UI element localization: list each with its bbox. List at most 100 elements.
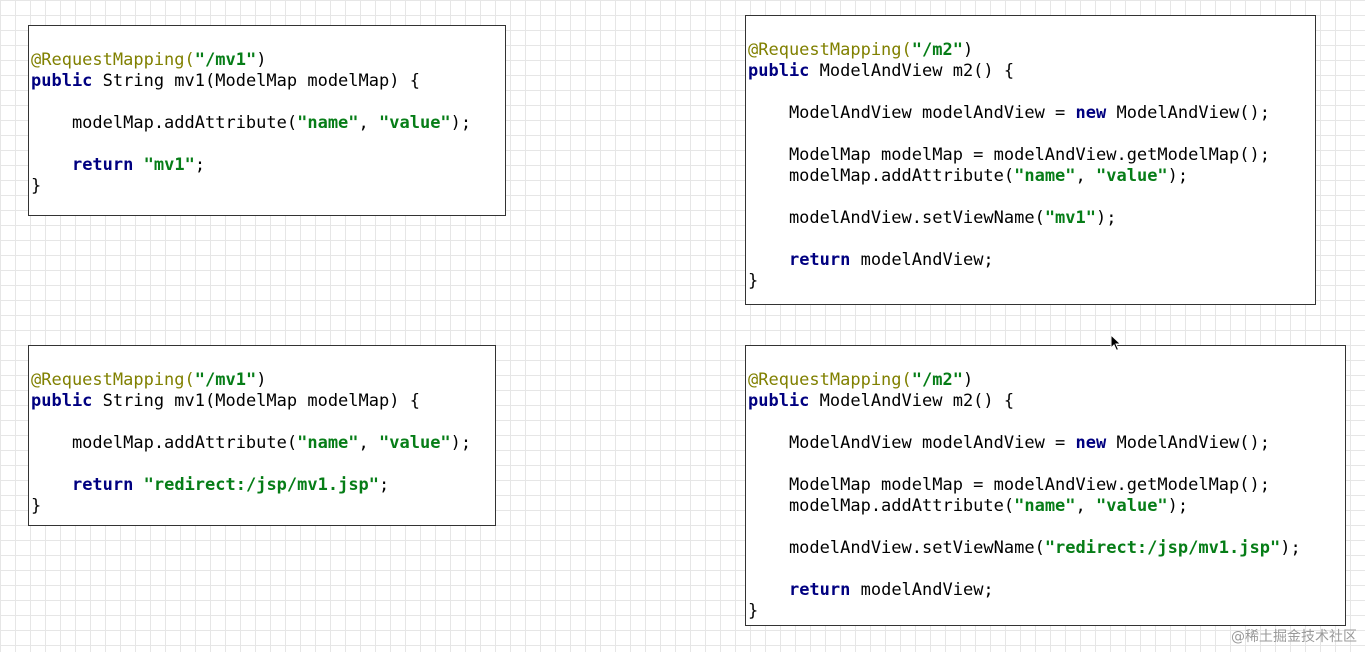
code-token-plain: ModelAndView modelAndView = <box>748 103 1076 123</box>
code-token-ann: @RequestMapping( <box>31 50 195 70</box>
code-token-str: "value" <box>379 433 451 453</box>
code-token-str: "value" <box>379 113 451 133</box>
code-token-plain: ModelMap modelMap = modelAndView.getMode… <box>748 475 1270 495</box>
code-token-plain: ; <box>194 155 206 175</box>
code-token-plain: , <box>1075 166 1097 186</box>
code-token-plain: ModelAndView(); <box>1106 103 1270 123</box>
code-token-plain: ) <box>962 370 974 390</box>
code-line: modelAndView.setViewName("redirect:/jsp/… <box>748 538 1301 559</box>
code-line: @RequestMapping("/mv1") <box>31 50 266 71</box>
code-token-str: "/m2" <box>911 40 963 60</box>
code-token-plain: ModelAndView(); <box>1106 433 1270 453</box>
code-token-plain: } <box>31 176 42 196</box>
code-token-kw: return <box>788 580 851 600</box>
code-line: modelMap.addAttribute("name", "value"); <box>748 166 1188 187</box>
code-line: } <box>31 496 41 517</box>
code-token-plain: modelMap.addAttribute( <box>748 166 1015 186</box>
code-line: return modelAndView; <box>748 250 994 271</box>
code-token-str: "/m2" <box>911 370 963 390</box>
code-token-kw: return <box>788 250 851 270</box>
code-token-ann: @RequestMapping( <box>31 370 195 390</box>
code-token-plain: ModelAndView m2() { <box>809 391 1015 411</box>
code-token-plain: } <box>31 496 42 516</box>
code-line: ModelMap modelMap = modelAndView.getMode… <box>748 475 1270 496</box>
code-box-mv1-redirect: @RequestMapping("/mv1") public String mv1… <box>28 345 496 526</box>
code-token-plain: ModelMap modelMap = modelAndView.getMode… <box>748 145 1270 165</box>
code-line: public ModelAndView m2() { <box>748 391 1014 412</box>
code-line: public ModelAndView m2() { <box>748 61 1014 82</box>
code-line: return "mv1"; <box>31 155 205 176</box>
code-token-kw: public <box>748 61 810 81</box>
code-token-plain: ) <box>256 370 267 390</box>
code-token-str: "/mv1" <box>194 50 257 70</box>
code-line: @RequestMapping("/m2") <box>748 40 973 61</box>
code-token-plain: ); <box>450 113 472 133</box>
code-token-ann: @RequestMapping( <box>748 370 912 390</box>
code-line: public String mv1(ModelMap modelMap) { <box>31 391 420 412</box>
code-line: public String mv1(ModelMap modelMap) { <box>31 71 420 92</box>
code-token-plain: String mv1(ModelMap modelMap) { <box>92 391 420 411</box>
code-token-plain: modelAndView.setViewName( <box>748 538 1045 558</box>
watermark: @稀土掘金技术社区 <box>1231 629 1357 645</box>
code-token-kw: new <box>1075 103 1107 123</box>
code-box-mv1-forward: @RequestMapping("/mv1") public String mv1… <box>28 25 506 216</box>
code-token-plain: ModelAndView m2() { <box>809 61 1015 81</box>
code-line: modelMap.addAttribute("name", "value"); <box>31 113 471 134</box>
code-token-kw: new <box>1075 433 1107 453</box>
code-token-str: "name" <box>1014 166 1076 186</box>
mouse-pointer-icon <box>1110 333 1122 356</box>
code-line: return "redirect:/jsp/mv1.jsp"; <box>31 475 389 496</box>
code-token-plain: ) <box>962 40 974 60</box>
code-token-plain: ; <box>379 475 390 495</box>
code-token-plain: modelAndView.setViewName( <box>748 208 1045 228</box>
code-box-m2-forward: @RequestMapping("/m2") public ModelAndVie… <box>745 15 1316 305</box>
code-token-str: "mv1" <box>143 155 195 175</box>
code-line: modelMap.addAttribute("name", "value"); <box>748 496 1188 517</box>
code-token-plain: modelMap.addAttribute( <box>748 496 1015 516</box>
code-line: } <box>748 601 758 622</box>
code-token-plain: modelAndView; <box>850 250 994 270</box>
code-line: modelMap.addAttribute("name", "value"); <box>31 433 471 454</box>
code-token-plain: modelMap.addAttribute( <box>31 113 298 133</box>
code-token-plain: , <box>1075 496 1097 516</box>
code-token-plain: ); <box>450 433 472 453</box>
code-token-plain: } <box>748 601 759 621</box>
code-line: return modelAndView; <box>748 580 994 601</box>
code-token-plain: ); <box>1167 496 1189 516</box>
code-line: } <box>748 271 758 292</box>
code-token-str: "value" <box>1096 166 1168 186</box>
code-token-plain: ) <box>256 50 267 70</box>
code-token-kw: public <box>748 391 810 411</box>
code-line: modelAndView.setViewName("mv1"); <box>748 208 1117 229</box>
code-token-plain: } <box>748 271 759 291</box>
code-token-str: "name" <box>1014 496 1076 516</box>
code-token-plain: ); <box>1280 538 1301 558</box>
code-token-str: "redirect:/jsp/mv1.jsp" <box>143 475 380 495</box>
code-token-str: "name" <box>297 433 359 453</box>
code-token-str: "mv1" <box>1044 208 1096 228</box>
code-token-str: "name" <box>297 113 359 133</box>
code-line: ModelAndView modelAndView = new ModelAnd… <box>748 433 1270 454</box>
code-line: ModelMap modelMap = modelAndView.getMode… <box>748 145 1270 166</box>
code-token-kw: public <box>31 71 93 91</box>
code-token-kw: return <box>71 155 134 175</box>
code-line: } <box>31 176 41 197</box>
code-token-str: "redirect:/jsp/mv1.jsp" <box>1044 538 1281 558</box>
code-token-str: "/mv1" <box>194 370 257 390</box>
code-token-kw: return <box>71 475 134 495</box>
code-line: @RequestMapping("/m2") <box>748 370 973 391</box>
code-token-plain: modelMap.addAttribute( <box>31 433 298 453</box>
code-token-plain: , <box>358 433 380 453</box>
code-token-plain: String mv1(ModelMap modelMap) { <box>92 71 420 91</box>
code-token-plain: modelAndView; <box>850 580 994 600</box>
code-token-plain: ); <box>1167 166 1189 186</box>
code-token-plain: , <box>358 113 380 133</box>
code-token-str: "value" <box>1096 496 1168 516</box>
code-token-plain: ); <box>1096 208 1117 228</box>
code-token-ann: @RequestMapping( <box>748 40 912 60</box>
